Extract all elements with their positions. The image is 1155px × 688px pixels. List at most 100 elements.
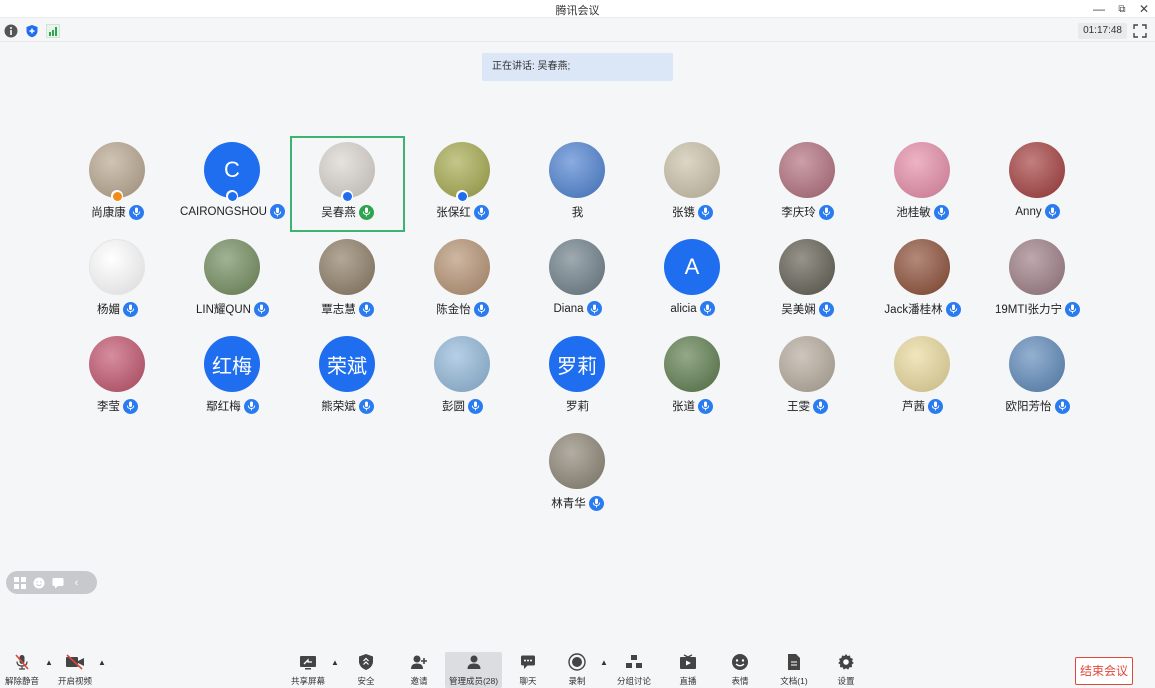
participant-name: 彭圆 xyxy=(442,401,465,413)
microphone-icon xyxy=(243,398,259,414)
participant-tile[interactable]: Diana xyxy=(520,233,635,329)
participant-tile[interactable]: 红梅 鄢红梅 xyxy=(175,330,290,426)
participant-name: 杨媚 xyxy=(97,304,120,316)
participant-name-row: Jack潘桂林 xyxy=(865,301,980,317)
participant-name-row: Anny xyxy=(980,204,1095,219)
participant-tile[interactable]: 荣斌熊荣斌 xyxy=(290,330,405,426)
participant-name-row: 李庆玲 xyxy=(750,204,865,220)
avatar xyxy=(664,142,720,198)
participant-tile[interactable]: 张保红 xyxy=(405,136,520,232)
chat-bubble-icon[interactable] xyxy=(51,576,64,589)
participant-name: Jack潘桂林 xyxy=(884,304,943,316)
participant-tile[interactable]: 张道 xyxy=(635,330,750,426)
participant-name-row: 杨媚 xyxy=(60,301,175,317)
avatar: 红梅 xyxy=(204,336,260,392)
minimize-button[interactable]: — xyxy=(1088,0,1110,18)
avatar: 罗莉 xyxy=(549,336,605,392)
invite-button[interactable]: 邀请 xyxy=(402,652,436,688)
participant-tile[interactable]: 尚康康 xyxy=(60,136,175,232)
live-button[interactable]: 直播 xyxy=(671,652,705,688)
participant-name-row: 19MTI张力宁 xyxy=(980,301,1095,317)
participant-tile[interactable]: 张镌 xyxy=(635,136,750,232)
avatar: 荣斌 xyxy=(319,336,375,392)
participant-tile[interactable]: 罗莉 罗莉 xyxy=(520,330,635,426)
breakout-icon xyxy=(624,652,644,672)
participant-name: LIN耀QUN xyxy=(196,304,251,316)
participant-name: 王雯 xyxy=(787,401,810,413)
documents-button[interactable]: 文档(1) xyxy=(776,652,812,688)
collapse-chevron-icon[interactable]: ‹ xyxy=(70,576,83,589)
participant-tile[interactable]: LIN耀QUN xyxy=(175,233,290,329)
participant-tile[interactable]: 李莹 xyxy=(60,330,175,426)
participant-name-row: 尚康康 xyxy=(60,204,175,220)
emoji-icon[interactable] xyxy=(32,576,45,589)
participant-tile[interactable]: 吴美娴 xyxy=(750,233,865,329)
record-options-caret[interactable]: ▲ xyxy=(600,658,608,667)
microphone-icon xyxy=(933,204,949,220)
reactions-button[interactable]: 表情 xyxy=(723,652,757,688)
avatar-initials: 罗莉 xyxy=(557,355,597,378)
info-icon[interactable] xyxy=(4,24,18,38)
participant-tile[interactable]: 吴春燕 xyxy=(290,136,405,232)
participant-tile[interactable]: Anny xyxy=(980,136,1095,232)
microphone-icon xyxy=(698,204,713,220)
participant-tile[interactable]: 欧阳芳怡 xyxy=(980,330,1095,426)
participant-tile[interactable]: 池桂敏 xyxy=(865,136,980,232)
participant-name: alicia xyxy=(670,302,697,315)
participant-tile[interactable]: C CAIRONGSHOU xyxy=(175,136,290,232)
participant-tile[interactable]: 陈金怡 xyxy=(405,233,520,329)
close-button[interactable]: ✕ xyxy=(1133,0,1155,18)
avatar: A xyxy=(664,239,720,295)
audio-options-caret[interactable]: ▲ xyxy=(45,658,53,667)
record-button[interactable]: 录制 xyxy=(560,652,594,688)
participant-name-row: 张道 xyxy=(635,398,750,414)
participant-tile[interactable]: Jack潘桂林 xyxy=(865,233,980,329)
avatar xyxy=(894,142,950,198)
share-screen-button[interactable]: 共享屏幕 xyxy=(289,652,327,688)
participant-tile[interactable]: 我 xyxy=(520,136,635,232)
participant-tile[interactable]: 杨媚 xyxy=(60,233,175,329)
participant-tile[interactable]: 李庆玲 xyxy=(750,136,865,232)
participant-name-row: CAIRONGSHOU xyxy=(175,204,290,219)
security-button[interactable]: 安全 xyxy=(349,652,383,688)
participant-name-row: LIN耀QUN xyxy=(175,301,290,317)
participant-name-row: 张保红 xyxy=(405,204,520,220)
manage-members-button[interactable]: 管理成员(28) xyxy=(445,652,502,688)
avatar xyxy=(549,142,605,198)
participant-tile[interactable]: 彭圆 xyxy=(405,330,520,426)
participant-tile[interactable]: 林青华 xyxy=(520,427,635,523)
participant-tile[interactable]: 芦茜 xyxy=(865,330,980,426)
participant-name-row: alicia xyxy=(635,301,750,316)
participant-name: 熊荣斌 xyxy=(321,401,356,413)
end-meeting-button[interactable]: 结束会议 xyxy=(1075,657,1133,685)
restore-button[interactable]: ⧉ xyxy=(1111,0,1133,18)
breakout-rooms-button[interactable]: 分组讨论 xyxy=(614,652,654,688)
reactions-label: 表情 xyxy=(731,676,749,686)
signal-icon[interactable] xyxy=(46,24,60,38)
host-badge-icon xyxy=(456,190,468,202)
chat-button[interactable]: 聊天 xyxy=(511,652,545,688)
share-options-caret[interactable]: ▲ xyxy=(331,658,339,667)
start-video-button[interactable]: 开启视频 xyxy=(56,652,94,688)
record-label: 录制 xyxy=(568,676,586,686)
avatar-initials: 荣斌 xyxy=(327,355,367,378)
participant-tile[interactable]: 王雯 xyxy=(750,330,865,426)
participant-tile[interactable]: 覃志慧 xyxy=(290,233,405,329)
participant-tile[interactable]: Aalicia xyxy=(635,233,750,329)
participant-name: 李庆玲 xyxy=(781,207,816,219)
participant-name: 覃志慧 xyxy=(321,304,356,316)
avatar xyxy=(779,142,835,198)
shield-icon[interactable] xyxy=(25,24,39,38)
microphone-icon xyxy=(253,301,269,317)
participant-name-row: 王雯 xyxy=(750,398,865,414)
fullscreen-icon[interactable] xyxy=(1133,24,1147,38)
host-badge-icon xyxy=(341,190,353,202)
participant-tile[interactable]: 19MTI张力宁 xyxy=(980,233,1095,329)
unmute-button[interactable]: 解除静音 xyxy=(4,652,40,688)
microphone-icon xyxy=(698,398,713,414)
settings-button[interactable]: 设置 xyxy=(829,652,863,688)
video-options-caret[interactable]: ▲ xyxy=(98,658,106,667)
grid-view-icon[interactable] xyxy=(13,576,26,589)
microphone-icon xyxy=(269,204,285,219)
avatar xyxy=(319,239,375,295)
